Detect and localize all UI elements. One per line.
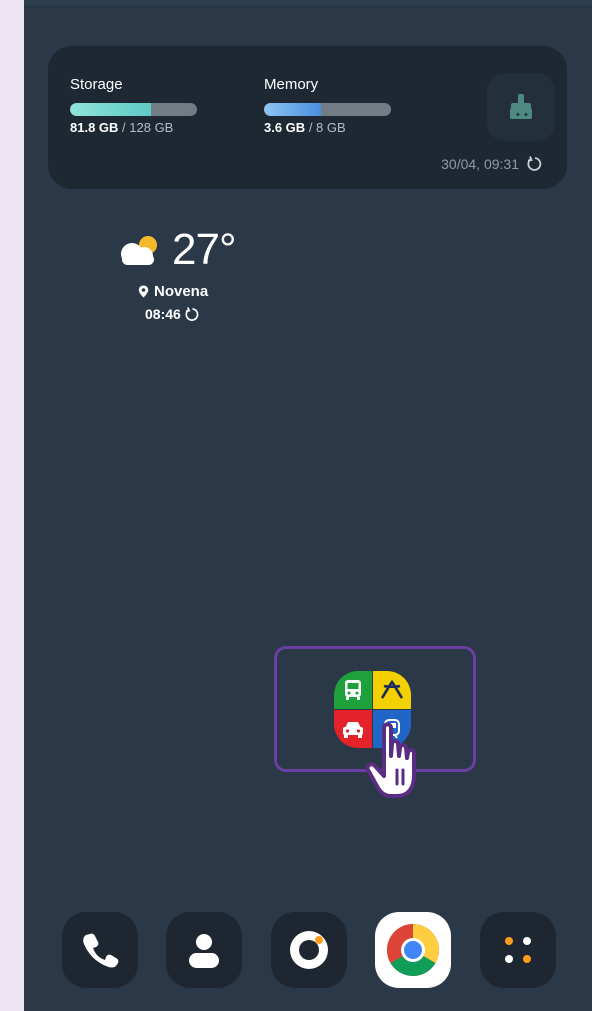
svg-text:✦: ✦ [515,111,521,119]
storage-bar-fill [70,103,152,116]
temperature: 27° [172,225,237,274]
memory-label: Memory [264,76,319,93]
phone-app[interactable] [62,912,138,988]
memory-stat: Memory 3.6 GB / 8 GB [264,76,391,136]
weather-time: 08:46 [114,306,254,322]
svg-text:✦: ✦ [523,111,529,119]
weather-location: Novena [114,283,254,300]
memory-values: 3.6 GB / 8 GB [264,120,391,136]
weather-time-text: 08:46 [145,306,181,322]
last-updated-text: 30/04, 09:31 [441,156,519,172]
storage-bar [70,103,197,116]
camera-icon [290,931,328,969]
memory-bar [264,103,391,116]
partly-cloudy-icon [121,236,157,265]
contacts-icon [189,934,219,968]
clean-button[interactable]: ✦ ✦ [487,73,555,141]
last-updated[interactable]: 30/04, 09:31 [441,156,543,172]
broom-icon: ✦ ✦ [510,94,532,119]
bus-icon [334,671,372,709]
contacts-app[interactable] [166,912,242,988]
taxi-sign-icon [373,671,411,709]
app-drawer[interactable] [480,912,556,988]
chrome-app[interactable] [375,912,451,988]
home-screen: Storage 81.8 GB / 128 GB Memory 3.6 GB /… [24,0,592,1011]
storage-stat: Storage 81.8 GB / 128 GB [70,76,197,136]
storage-values: 81.8 GB / 128 GB [70,120,197,136]
camera-app[interactable] [271,912,347,988]
refresh-icon[interactable] [527,156,543,172]
memory-used: 3.6 GB [264,120,306,135]
memory-total: / 8 GB [308,120,346,135]
storage-total: / 128 GB [122,120,174,135]
app-drawer-icon [505,937,531,963]
location-name: Novena [154,283,209,300]
chrome-icon [387,924,439,976]
weather-row: 27° [114,225,254,275]
dock [62,912,556,988]
pointer-hand-icon [365,722,416,798]
storage-used: 81.8 GB [70,120,119,135]
weather-refresh-icon[interactable] [185,306,200,322]
storage-label: Storage [70,76,123,93]
memory-bar-fill [264,103,322,116]
device-care-widget[interactable]: Storage 81.8 GB / 128 GB Memory 3.6 GB /… [48,46,567,189]
phone-icon [83,933,119,968]
weather-widget[interactable]: 27° Novena 08:46 [114,225,254,322]
location-pin-icon [138,285,149,298]
status-bar [24,0,592,5]
